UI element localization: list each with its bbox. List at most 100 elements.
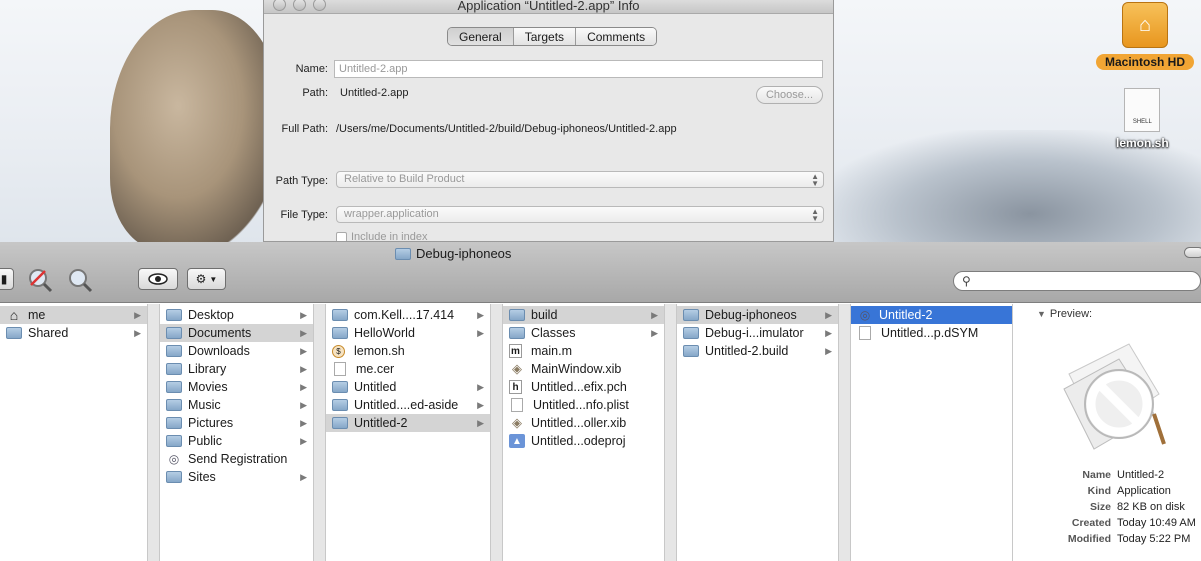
list-item[interactable]: Untitled ▶ xyxy=(326,378,490,396)
list-item[interactable]: Shared ▶ xyxy=(0,324,147,342)
metadata-row: Size 82 KB on disk xyxy=(1053,500,1201,514)
search-icon[interactable] xyxy=(66,266,94,294)
path-type-popup[interactable]: Relative to Build Product ▲ ▼ xyxy=(336,171,824,188)
list-item[interactable]: Classes ▶ xyxy=(503,324,664,342)
checkbox-box xyxy=(336,231,347,241)
finder-title-label: Debug-iphoneos xyxy=(416,246,512,261)
column-divider[interactable] xyxy=(839,304,851,561)
column-divider[interactable] xyxy=(148,304,160,561)
list-item[interactable]: Untitled...nfo.plist xyxy=(503,396,664,414)
list-item[interactable]: m main.m xyxy=(503,342,664,360)
list-item[interactable]: Untitled-2.build ▶ xyxy=(677,342,838,360)
tab-general[interactable]: General xyxy=(448,28,514,45)
list-item[interactable]: ⌂ me ▶ xyxy=(0,306,147,324)
list-item-label: Untitled xyxy=(354,380,397,394)
column-divider[interactable] xyxy=(491,304,503,561)
column-divider[interactable] xyxy=(314,304,326,561)
folder-icon xyxy=(332,417,348,429)
list-item[interactable]: com.Kell....17.414 ▶ xyxy=(326,306,490,324)
eye-icon xyxy=(148,273,168,285)
tab-targets[interactable]: Targets xyxy=(513,28,577,45)
metadata-row: Modified Today 5:22 PM xyxy=(1053,532,1201,546)
tab-comments[interactable]: Comments xyxy=(576,28,657,45)
preview-pane: ▼ Preview: Name Untitled-2 Kind Application S… xyxy=(1013,304,1201,561)
list-item-label: Send Registration xyxy=(188,452,288,466)
list-item[interactable]: ◈ MainWindow.xib xyxy=(503,360,664,378)
list-item[interactable]: ◎ Untitled-2 xyxy=(851,306,1012,324)
chevron-right-icon: ▶ xyxy=(300,417,307,428)
list-item-label: build xyxy=(531,308,558,322)
list-item[interactable]: Sites ▶ xyxy=(160,468,313,486)
document-icon xyxy=(334,362,346,376)
list-item-label: Movies xyxy=(188,380,228,394)
list-item-label: me.cer xyxy=(356,362,395,376)
metadata-value: Today 5:22 PM xyxy=(1117,533,1191,545)
list-item[interactable]: ▲ Untitled...odeproj xyxy=(503,432,664,450)
desktop-icon-lemon-sh[interactable]: SHELL lemon.sh xyxy=(1116,88,1169,150)
include-in-index-checkbox[interactable]: Include in index xyxy=(336,231,427,241)
list-item[interactable]: ◎ Send Registration xyxy=(160,450,313,468)
application-icon: ◎ xyxy=(859,308,871,322)
column-4: build ▶ Classes ▶ m main.m ◈ MainWindow.xib h Unt… xyxy=(503,304,665,561)
list-item-label: me xyxy=(28,308,46,322)
list-item[interactable]: Public ▶ xyxy=(160,432,313,450)
list-item[interactable]: Pictures ▶ xyxy=(160,414,313,432)
column-3: com.Kell....17.414 ▶ HelloWorld ▶ $ lemon.sh m… xyxy=(326,304,491,561)
finder-window: Debug-iphoneos ▮ ⚙ ▼ ⚲ ⌂ me ▶ Shared ▶ Deskto… xyxy=(0,242,1201,561)
list-item-label: com.Kell....17.414 xyxy=(354,308,455,322)
list-item[interactable]: build ▶ xyxy=(503,306,664,324)
column-divider[interactable] xyxy=(665,304,677,561)
list-item[interactable]: h Untitled...efix.pch xyxy=(503,378,664,396)
search-input[interactable]: ⚲ xyxy=(953,271,1201,291)
list-item[interactable]: Desktop ▶ xyxy=(160,306,313,324)
folder-icon xyxy=(166,435,182,447)
shell-script-icon: SHELL xyxy=(1124,88,1161,132)
document-icon xyxy=(859,326,871,340)
chevron-right-icon: ▶ xyxy=(825,345,832,356)
folder-icon xyxy=(683,345,699,357)
list-item[interactable]: Untitled...p.dSYM xyxy=(851,324,1012,342)
shell-script-icon: $ xyxy=(332,344,345,358)
list-item[interactable]: Debug-iphoneos ▶ xyxy=(677,306,838,324)
list-item[interactable]: me.cer xyxy=(326,360,490,378)
list-item[interactable]: Movies ▶ xyxy=(160,378,313,396)
list-item-label: Music xyxy=(188,398,221,412)
list-item-label: Downloads xyxy=(188,344,250,358)
chevron-right-icon: ▶ xyxy=(300,363,307,374)
choose-button[interactable]: Choose... xyxy=(756,86,823,104)
list-item[interactable]: Library ▶ xyxy=(160,360,313,378)
name-field[interactable]: Untitled-2.app xyxy=(334,60,823,78)
folder-icon xyxy=(166,309,182,321)
list-item[interactable]: Music ▶ xyxy=(160,396,313,414)
list-item-label: lemon.sh xyxy=(354,344,405,358)
chevron-right-icon: ▶ xyxy=(134,327,141,338)
list-item[interactable]: Untitled-2 ▶ xyxy=(326,414,490,432)
list-item-label: main.m xyxy=(531,344,572,358)
folder-icon xyxy=(509,309,525,321)
list-item[interactable]: $ lemon.sh xyxy=(326,342,490,360)
xcode-project-icon: ▲ xyxy=(509,434,525,448)
xib-file-icon: ◈ xyxy=(512,361,522,376)
list-item[interactable]: Documents ▶ xyxy=(160,324,313,342)
folder-icon xyxy=(395,247,411,260)
toolbar-toggle-button[interactable] xyxy=(1184,247,1201,258)
desktop-icon-macintosh-hd[interactable]: ⌂ Macintosh HD xyxy=(1096,2,1195,70)
list-item[interactable]: ◈ Untitled...oller.xib xyxy=(503,414,664,432)
folder-icon xyxy=(6,327,22,339)
list-item[interactable]: HelloWorld ▶ xyxy=(326,324,490,342)
file-type-popup[interactable]: wrapper.application ▲ ▼ xyxy=(336,206,824,223)
folder-icon xyxy=(166,363,182,375)
folder-icon xyxy=(332,327,348,339)
folder-icon xyxy=(166,417,182,429)
action-menu-button[interactable]: ⚙ ▼ xyxy=(187,268,226,290)
list-item[interactable]: Debug-i...imulator ▶ xyxy=(677,324,838,342)
disclosure-triangle-icon[interactable]: ▼ xyxy=(1037,309,1046,319)
header-file-icon: h xyxy=(509,380,522,394)
list-item[interactable]: Downloads ▶ xyxy=(160,342,313,360)
list-item[interactable]: Untitled....ed-aside ▶ xyxy=(326,396,490,414)
view-columns-button[interactable]: ▮ xyxy=(0,268,14,290)
quick-look-button[interactable] xyxy=(138,268,178,290)
no-search-icon[interactable] xyxy=(26,266,54,294)
source-file-icon: m xyxy=(509,344,522,358)
chevron-right-icon: ▶ xyxy=(300,471,307,482)
